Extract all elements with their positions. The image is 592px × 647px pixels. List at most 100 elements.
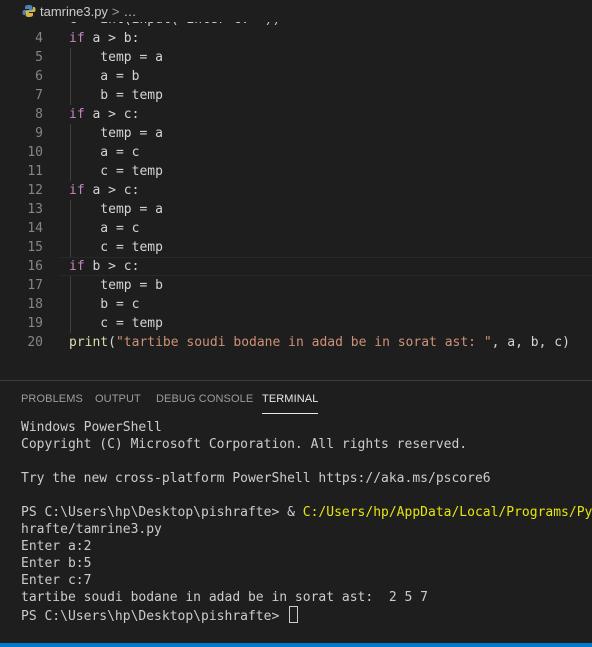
terminal-text: hrafte/tamrine3.py (21, 522, 162, 537)
code-line: 19 c = temp (0, 314, 592, 333)
terminal-python-path: C:/Users/hp/AppData/Local/Programs/Pytho… (302, 505, 592, 520)
line-number: 11 (27, 164, 43, 179)
line-number: 12 (27, 183, 43, 198)
code-token: c = temp (69, 240, 163, 255)
string-token: "tartibe soudi bodane in adad be in sora… (115, 335, 492, 350)
code-token: a > b: (84, 31, 140, 46)
code-editor[interactable]: c = int(input("Enter c: "))4if a > b:5 t… (0, 0, 592, 380)
code-token: a = c (69, 221, 140, 236)
code-token: b = temp (69, 88, 163, 103)
code-token: b = c (69, 297, 140, 312)
keyword-token: if (69, 259, 85, 274)
code-token: a > c: (84, 183, 140, 198)
line-number: 7 (35, 88, 43, 103)
code-line: 7 b = temp (0, 86, 592, 105)
code-text: c = temp (69, 314, 163, 333)
line-number: 13 (27, 202, 43, 217)
code-line: 8 if a > c: (0, 105, 592, 124)
code-line: 6 a = b (0, 67, 592, 86)
code-line: 9 temp = a (0, 124, 592, 143)
code-text: c = temp (69, 238, 163, 257)
code-text: print("tartibe soudi bodane in adad be i… (69, 333, 570, 352)
keyword-token: if (69, 31, 85, 46)
terminal-cursor[interactable] (289, 606, 299, 623)
terminal-line: Copyright (C) Microsoft Corporation. All… (21, 436, 592, 453)
code-text: a = c (69, 143, 139, 162)
terminal-line: Try the new cross-platform PowerShell ht… (21, 470, 592, 487)
line-number: 4 (35, 31, 43, 46)
terminal-line: Enter c:7 (21, 572, 592, 589)
code-line: 12 if a > c: (0, 181, 592, 200)
code-token: , a, b, c) (491, 335, 570, 350)
line-number: 17 (27, 278, 43, 293)
code-line: 18 b = c (0, 295, 592, 314)
code-token: b > c: (84, 259, 140, 274)
terminal-text: Windows PowerShell (21, 420, 162, 435)
code-text: if b > c: (69, 257, 139, 276)
line-number: 16 (27, 259, 43, 274)
code-line: 20 print("tartibe soudi bodane in adad be… (0, 333, 592, 352)
bottom-panel: PROBLEMS OUTPUT DEBUG CONSOLE TERMINAL W… (0, 380, 592, 647)
keyword-token: if (69, 107, 85, 122)
line-number: 6 (35, 69, 43, 84)
tab-terminal[interactable]: TERMINAL (262, 393, 319, 414)
code-text: if a > c: (69, 181, 139, 200)
code-text: if a > b: (69, 29, 139, 48)
code-line: 11 c = temp (0, 162, 592, 181)
terminal-text: PS C:\Users\hp\Desktop\pishrafte> (21, 609, 288, 623)
terminal-text: Try the new cross-platform PowerShell ht… (21, 471, 491, 486)
code-line: 15 c = temp (0, 238, 592, 257)
code-token: a > c: (84, 107, 140, 122)
keyword-token: if (69, 183, 85, 198)
terminal-text: Enter b:5 (21, 556, 92, 571)
function-token: print (69, 335, 109, 350)
line-number: 15 (27, 240, 43, 255)
code-text: temp = a (69, 124, 163, 143)
code-line: 17 temp = b (0, 276, 592, 295)
breadcrumb-file[interactable]: tamrine3.py (40, 4, 108, 19)
tab-problems[interactable]: PROBLEMS (21, 393, 83, 405)
code-text: temp = a (69, 200, 163, 219)
terminal-line: Enter a:2 (21, 538, 592, 555)
terminal-output[interactable]: Windows PowerShell Copyright (C) Microsof… (21, 419, 592, 623)
terminal-line: Enter b:5 (21, 555, 592, 572)
code-line: 5 temp = a (0, 48, 592, 67)
panel-tabs: PROBLEMS OUTPUT DEBUG CONSOLE TERMINAL (0, 381, 592, 417)
code-token: a = b (69, 69, 140, 84)
terminal-line: tartibe soudi bodane in adad be in sorat… (21, 589, 592, 606)
code-text: if a > c: (69, 105, 139, 124)
tab-debug-console[interactable]: DEBUG CONSOLE (156, 393, 253, 405)
terminal-text: Copyright (C) Microsoft Corporation. All… (21, 437, 468, 452)
tab-output[interactable]: OUTPUT (95, 393, 141, 405)
code-token: temp = a (69, 202, 163, 217)
terminal-text: Enter c:7 (21, 573, 92, 588)
breadcrumb: tamrine3.py > … (0, 0, 592, 22)
terminal-line: Windows PowerShell (21, 419, 592, 436)
code-token: ( (108, 335, 116, 350)
python-file-icon (22, 5, 36, 17)
code-text: a = c (69, 219, 139, 238)
code-token: temp = b (69, 278, 163, 293)
code-line: 10 a = c (0, 143, 592, 162)
code-token: c = temp (69, 316, 163, 331)
code-token: temp = a (69, 126, 163, 141)
code-line: 14 a = c (0, 219, 592, 238)
current-line-highlight (60, 257, 592, 276)
code-text: temp = a (69, 48, 163, 67)
code-token: temp = a (69, 50, 163, 65)
terminal-text: PS C:\Users\hp\Desktop\pishrafte> & (21, 505, 303, 520)
line-number: 10 (27, 145, 43, 160)
terminal-line: PS C:\Users\hp\Desktop\pishrafte> & C:/U… (21, 504, 592, 521)
line-number: 20 (27, 335, 43, 350)
breadcrumb-ellipsis[interactable]: … (124, 4, 137, 19)
code-text: b = temp (69, 86, 163, 105)
code-text: c = temp (69, 162, 163, 181)
code-line: 16 if b > c: (0, 257, 592, 276)
status-bar (0, 643, 592, 647)
line-number: 8 (35, 107, 43, 122)
code-line: 4 if a > b: (0, 29, 592, 48)
terminal-line: hrafte/tamrine3.py (21, 521, 592, 538)
breadcrumb-separator: > (111, 3, 120, 19)
